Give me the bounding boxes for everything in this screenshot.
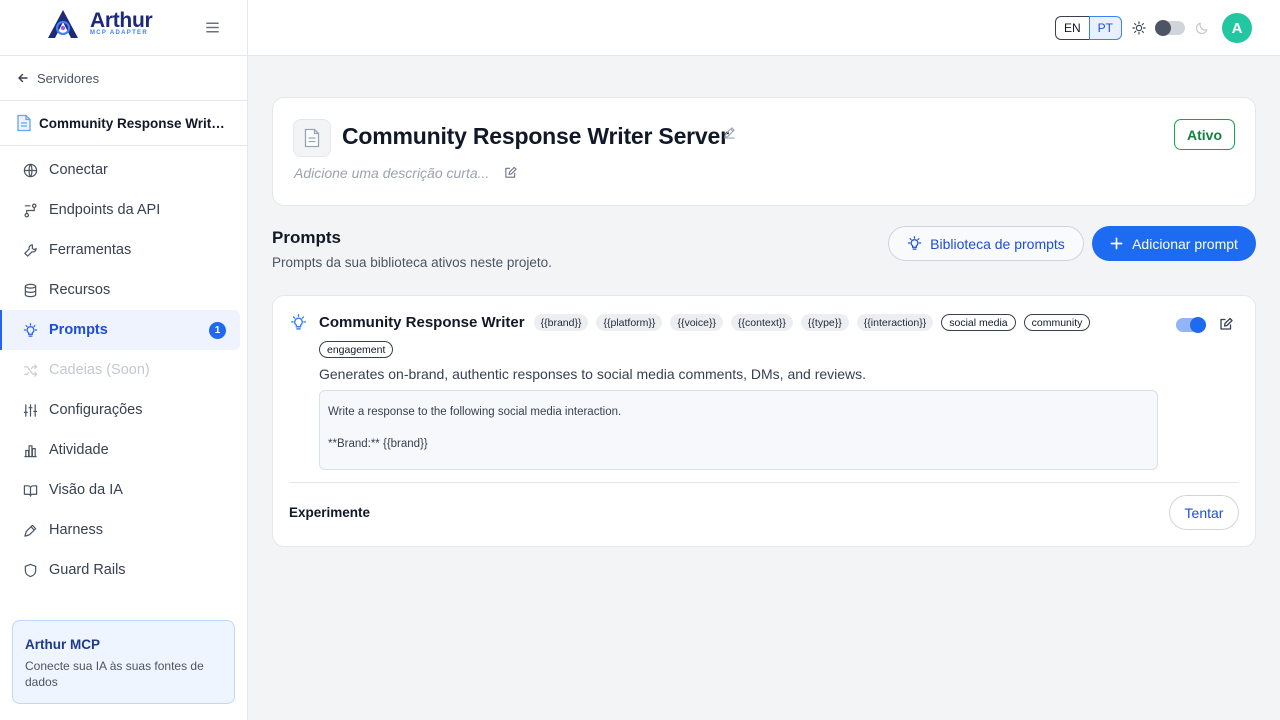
moon-icon	[1196, 22, 1208, 34]
sidebar-item-label: Recursos	[49, 282, 111, 298]
back-to-servers-link[interactable]: Servidores	[0, 56, 247, 101]
sidebar-item-label: Guard Rails	[49, 562, 126, 578]
prompt-enabled-toggle[interactable]	[1176, 317, 1206, 333]
book-open-icon	[23, 484, 38, 497]
sidebar-item-label: Visão da IA	[49, 482, 123, 498]
plus-icon	[1110, 237, 1123, 250]
sidebar-item-cadeias: Cadeias (Soon)	[0, 350, 240, 390]
sidebar-item-label: Configurações	[49, 402, 143, 418]
sidebar-item-label: Atividade	[49, 442, 109, 458]
status-badge[interactable]: Ativo	[1174, 119, 1235, 150]
arrow-left-icon	[18, 73, 28, 83]
prompt-library-button[interactable]: Biblioteca de prompts	[888, 226, 1084, 261]
sidebar-item-recursos[interactable]: Recursos	[0, 270, 240, 310]
pen-tool-icon	[24, 524, 37, 537]
server-description-placeholder[interactable]: Adicione uma descrição curta...	[294, 165, 489, 181]
prompt-name: Community Response Writer	[319, 314, 525, 331]
language-pt-button[interactable]: PT	[1088, 16, 1123, 40]
add-prompt-label: Adicionar prompt	[1132, 235, 1238, 252]
server-title: Community Response Writer Server	[342, 123, 729, 149]
menu-icon[interactable]	[205, 20, 220, 35]
sidebar-item-label: Ferramentas	[49, 242, 132, 258]
sun-icon	[1132, 21, 1146, 35]
try-label: Experimente	[289, 505, 371, 520]
lightbulb-icon	[290, 314, 307, 330]
sidebar-item-harness[interactable]: Harness	[0, 510, 240, 550]
edit-prompt-icon[interactable]	[1219, 317, 1233, 331]
document-icon	[17, 114, 31, 132]
sidebar-nav: Conectar Endpoints da API Ferramentas Re…	[0, 146, 247, 590]
prompt-content-line	[328, 420, 1149, 436]
shuffle-icon	[23, 363, 38, 377]
brand-subtitle: MCP ADAPTER	[90, 30, 148, 36]
prompts-section-subtitle: Prompts da sua biblioteca ativos neste p…	[272, 255, 552, 270]
variable-chip: {{brand}}	[533, 314, 589, 331]
arthur-mcp-card: Arthur MCP Conecte sua IA às suas fontes…	[12, 620, 235, 704]
add-prompt-button[interactable]: Adicionar prompt	[1092, 226, 1256, 261]
server-header-card: Community Response Writer Server Adicion…	[272, 97, 1256, 206]
arthur-logo-icon[interactable]	[44, 8, 82, 40]
variable-chip: {{context}}	[731, 314, 793, 331]
variable-chip: {{interaction}}	[856, 314, 934, 331]
prompt-card: Community Response Writer {{brand}} {{pl…	[272, 295, 1256, 547]
edit-description-icon[interactable]	[504, 166, 517, 179]
sidebar-item-atividade[interactable]: Atividade	[0, 430, 240, 470]
variable-chip: {{type}}	[800, 314, 849, 331]
lightbulb-icon	[23, 322, 38, 337]
sidebar-item-visao-ia[interactable]: Visão da IA	[0, 470, 240, 510]
language-switcher: EN PT	[1055, 16, 1123, 40]
sidebar: Arthur MCP ADAPTER Servidores Community …	[0, 0, 248, 720]
sidebar-item-ferramentas[interactable]: Ferramentas	[0, 230, 240, 270]
prompt-content-line: **Brand:** {{brand}}	[328, 438, 428, 450]
server-icon-box	[293, 119, 331, 157]
top-bar: EN PT A	[248, 0, 1280, 56]
prompt-content-preview: Write a response to the following social…	[319, 390, 1158, 470]
mcp-card-title: Arthur MCP	[25, 637, 100, 652]
variable-chip: {{platform}}	[596, 314, 663, 331]
sliders-icon	[23, 403, 38, 417]
user-avatar[interactable]: A	[1222, 13, 1252, 43]
tag-chip: community	[1023, 314, 1091, 331]
bar-chart-icon	[24, 444, 37, 457]
sidebar-item-endpoints[interactable]: Endpoints da API	[0, 190, 240, 230]
prompt-library-label: Biblioteca de prompts	[930, 235, 1065, 252]
prompt-description: Generates on-brand, authentic responses …	[319, 366, 867, 382]
sidebar-item-label: Harness	[49, 522, 103, 538]
current-server[interactable]: Community Response Writer Server	[0, 101, 247, 146]
document-icon	[304, 128, 320, 148]
logo-row: Arthur MCP ADAPTER	[0, 0, 247, 56]
sidebar-item-label: Endpoints da API	[49, 202, 161, 218]
theme-toggle[interactable]	[1155, 20, 1185, 36]
prompts-section-title: Prompts	[272, 228, 341, 247]
route-icon	[24, 203, 37, 217]
sidebar-item-configuracoes[interactable]: Configurações	[0, 390, 240, 430]
sidebar-item-label: Cadeias (Soon)	[49, 362, 150, 378]
divider	[289, 482, 1239, 483]
sidebar-item-label: Prompts	[49, 322, 108, 338]
wrench-icon	[24, 243, 37, 257]
try-button[interactable]: Tentar	[1169, 495, 1239, 530]
mcp-card-description: Conecte sua IA às suas fontes de dados	[25, 659, 204, 689]
prompt-header: Community Response Writer {{brand}} {{pl…	[319, 314, 1169, 358]
server-name: Community Response Writer Server	[39, 115, 231, 131]
sidebar-item-label: Conectar	[49, 162, 108, 178]
sidebar-item-guard-rails[interactable]: Guard Rails	[0, 550, 240, 590]
language-en-button[interactable]: EN	[1055, 16, 1089, 40]
globe-icon	[23, 163, 38, 177]
variable-chip: {{voice}}	[670, 314, 723, 331]
lightbulb-icon	[907, 236, 922, 250]
tag-chip: engagement	[319, 341, 394, 358]
prompt-content-line: Write a response to the following social…	[328, 406, 622, 418]
tag-chip: social media	[941, 314, 1016, 331]
edit-title-icon[interactable]	[723, 126, 736, 139]
prompts-count-badge: 1	[209, 322, 226, 339]
sidebar-item-prompts[interactable]: Prompts 1	[0, 310, 240, 350]
shield-icon	[24, 563, 37, 577]
sidebar-item-conectar[interactable]: Conectar	[0, 150, 240, 190]
back-label: Servidores	[37, 70, 100, 86]
database-icon	[24, 283, 37, 297]
